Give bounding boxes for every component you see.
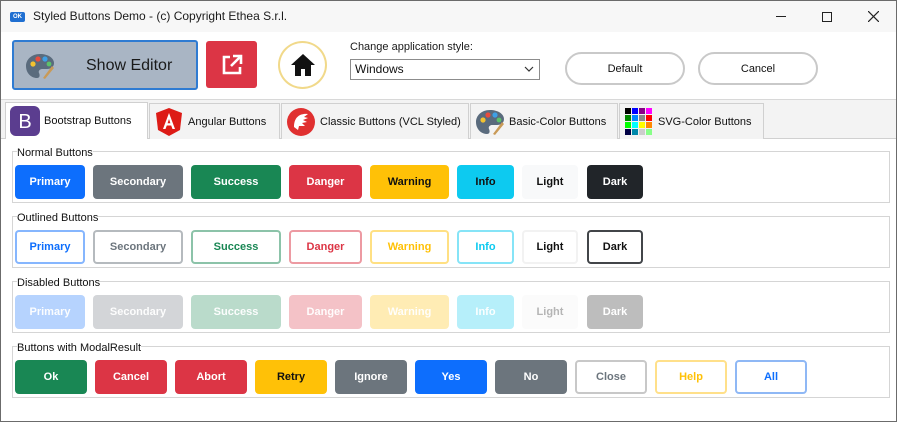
cancel-button[interactable]: Cancel (698, 52, 818, 85)
modal-all-button[interactable]: All (735, 360, 807, 394)
show-editor-label: Show Editor (86, 57, 173, 74)
tab-bootstrap[interactable]: B Bootstrap Buttons (5, 102, 148, 139)
svg-text:B: B (18, 111, 31, 133)
disabled-secondary-button: Secondary (93, 295, 183, 329)
tab-svg-color[interactable]: SVG-Color Buttons (619, 103, 764, 139)
normal-success-button[interactable]: Success (191, 165, 281, 199)
normal-secondary-button[interactable]: Secondary (93, 165, 183, 199)
disabled-info-button: Info (457, 295, 514, 329)
window-title: Styled Buttons Demo - (c) Copyright Ethe… (33, 9, 288, 23)
normal-primary-button[interactable]: Primary (15, 165, 85, 199)
app-icon: OK (10, 12, 25, 22)
normal-buttons-title: Normal Buttons (17, 147, 93, 159)
modal-cancel-button[interactable]: Cancel (95, 360, 167, 394)
outlined-light-button[interactable]: Light (522, 230, 578, 264)
style-select[interactable]: Windows (350, 59, 540, 80)
color-grid-icon (624, 107, 654, 137)
palette-icon (475, 107, 505, 137)
modal-buttons-title: Buttons with ModalResult (17, 342, 142, 354)
normal-danger-button[interactable]: Danger (289, 165, 362, 199)
disabled-success-button: Success (191, 295, 281, 329)
maximize-button[interactable] (804, 1, 850, 32)
tab-svg-color-label: SVG-Color Buttons (658, 115, 752, 128)
tab-classic[interactable]: Classic Buttons (VCL Styled) (281, 103, 469, 139)
outlined-primary-button[interactable]: Primary (15, 230, 85, 264)
outlined-buttons-title: Outlined Buttons (17, 212, 99, 224)
tab-basic-color-label: Basic-Color Buttons (509, 115, 607, 128)
tab-classic-label: Classic Buttons (VCL Styled) (320, 115, 461, 128)
modal-retry-button[interactable]: Retry (255, 360, 327, 394)
app-window: OK Styled Buttons Demo - (c) Copyright E… (0, 0, 897, 422)
tab-angular[interactable]: Angular Buttons (149, 103, 280, 139)
normal-light-button[interactable]: Light (522, 165, 578, 199)
modal-help-button[interactable]: Help (655, 360, 727, 394)
outlined-dark-button[interactable]: Dark (587, 230, 643, 264)
bootstrap-icon: B (10, 106, 40, 136)
delphi-helmet-icon (286, 107, 316, 137)
chevron-down-icon (524, 66, 534, 72)
disabled-warning-button: Warning (370, 295, 449, 329)
disabled-light-button: Light (522, 295, 578, 329)
modal-yes-button[interactable]: Yes (415, 360, 487, 394)
tab-basic-color[interactable]: Basic-Color Buttons (470, 103, 618, 139)
normal-dark-button[interactable]: Dark (587, 165, 643, 199)
close-icon (867, 11, 879, 22)
modal-no-button[interactable]: No (495, 360, 567, 394)
tab-angular-label: Angular Buttons (188, 115, 267, 128)
style-label: Change application style: (350, 41, 473, 53)
normal-warning-button[interactable]: Warning (370, 165, 449, 199)
disabled-buttons-title: Disabled Buttons (17, 277, 101, 289)
show-editor-button[interactable]: Show Editor (12, 40, 198, 90)
angular-icon (154, 107, 184, 137)
home-button[interactable] (278, 41, 327, 89)
close-button[interactable] (850, 1, 896, 32)
disabled-primary-button: Primary (15, 295, 85, 329)
tab-content-bootstrap: Normal Buttons Outlined Buttons Disabled… (1, 139, 896, 421)
disabled-danger-button: Danger (289, 295, 362, 329)
outlined-warning-button[interactable]: Warning (370, 230, 449, 264)
tab-bar: B Bootstrap Buttons Angular Buttons Clas… (1, 101, 896, 139)
minimize-button[interactable] (758, 1, 804, 32)
modal-close-button[interactable]: Close (575, 360, 647, 394)
minimize-icon (776, 16, 786, 17)
disabled-dark-button: Dark (587, 295, 643, 329)
outlined-secondary-button[interactable]: Secondary (93, 230, 183, 264)
normal-info-button[interactable]: Info (457, 165, 514, 199)
toolbar: Show Editor Change application style: Wi… (1, 32, 896, 100)
style-select-value: Windows (355, 62, 404, 76)
outlined-info-button[interactable]: Info (457, 230, 514, 264)
home-icon (290, 54, 315, 76)
maximize-icon (822, 11, 832, 22)
tab-bootstrap-label: Bootstrap Buttons (44, 115, 132, 127)
external-link-button[interactable] (206, 41, 257, 88)
default-button[interactable]: Default (565, 52, 685, 85)
title-bar: OK Styled Buttons Demo - (c) Copyright E… (1, 1, 896, 32)
outlined-success-button[interactable]: Success (191, 230, 281, 264)
palette-icon (26, 54, 54, 79)
modal-abort-button[interactable]: Abort (175, 360, 247, 394)
external-link-icon (222, 54, 242, 74)
modal-ok-button[interactable]: Ok (15, 360, 87, 394)
outlined-danger-button[interactable]: Danger (289, 230, 362, 264)
modal-ignore-button[interactable]: Ignore (335, 360, 407, 394)
